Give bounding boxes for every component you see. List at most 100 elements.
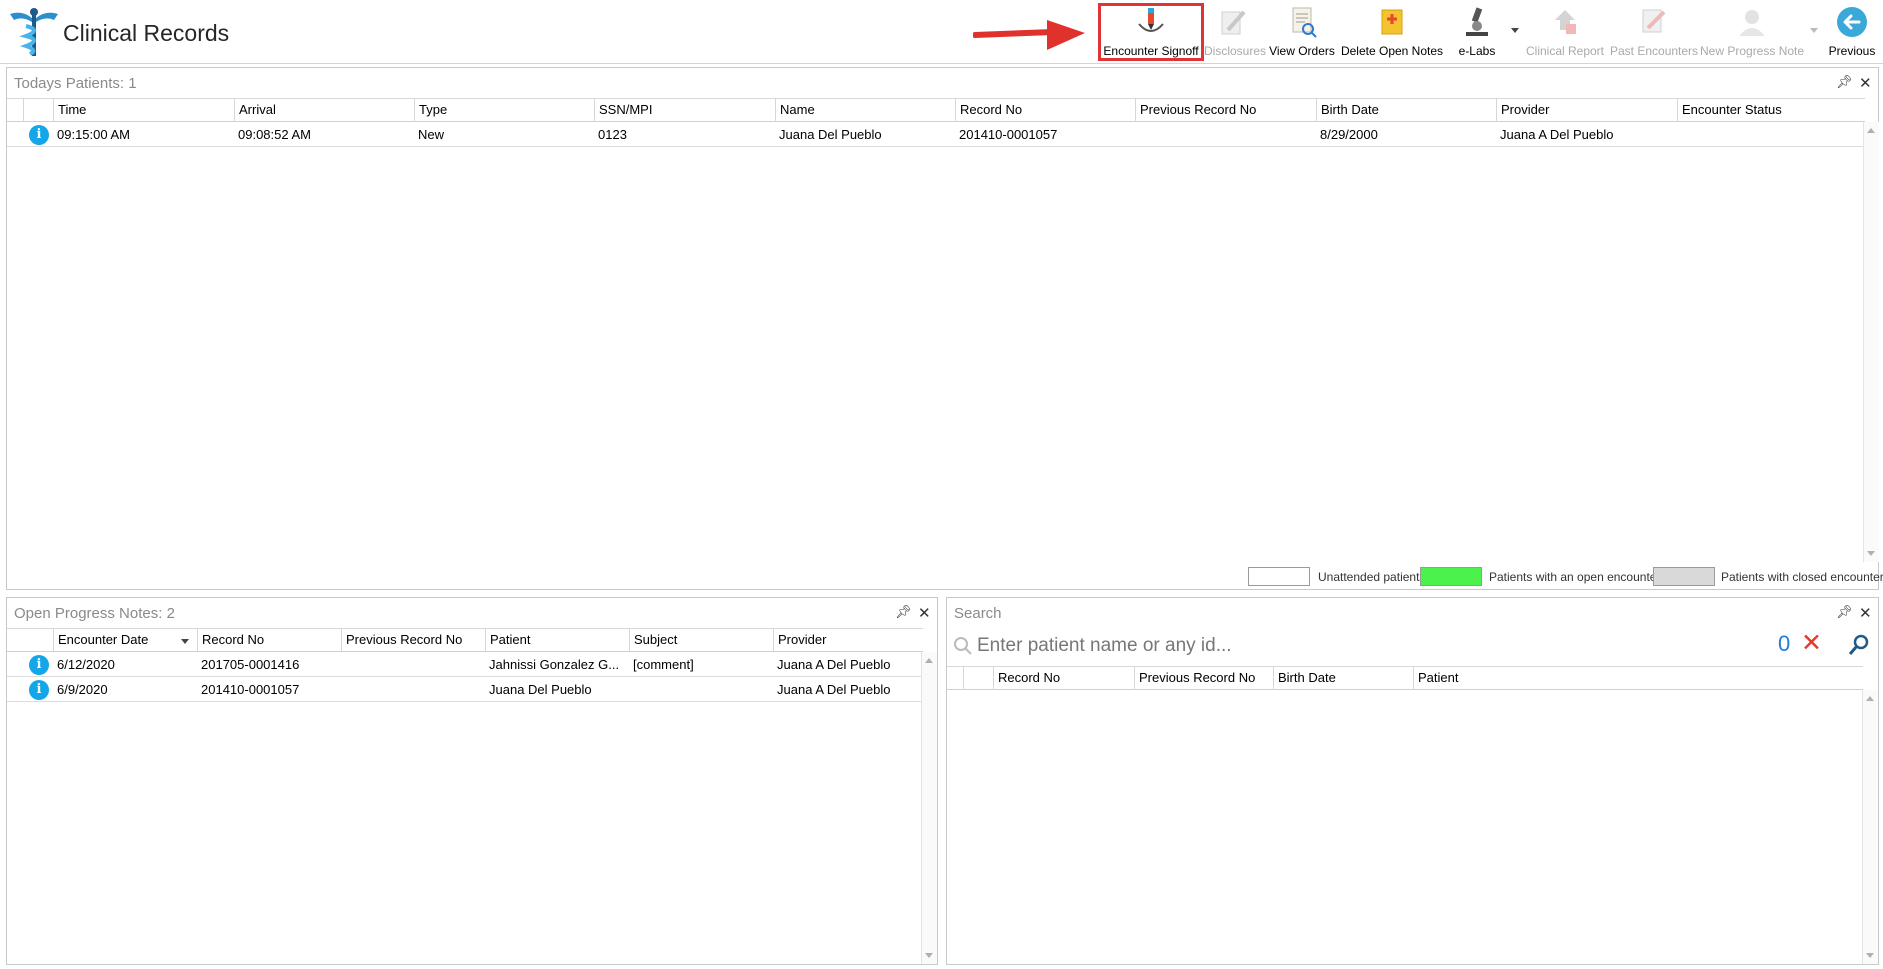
clinical-report-label: Clinical Report [1525, 44, 1605, 58]
clinical-report-button[interactable]: Clinical Report [1525, 4, 1605, 60]
search-input[interactable] [977, 632, 1577, 660]
disclosures-label: Disclosures [1204, 44, 1267, 58]
info-icon[interactable]: i [29, 680, 49, 700]
grid-header: Time Arrival Type SSN/MPI Name Record No… [7, 99, 1865, 122]
cell-subject [629, 677, 773, 702]
column-header-record-no[interactable]: Record No [197, 629, 341, 652]
column-header-previous-record-no[interactable]: Previous Record No [1134, 667, 1273, 690]
column-header-birth-date[interactable]: Birth Date [1273, 667, 1413, 690]
cell-previous-record-no [341, 677, 485, 702]
vertical-scrollbar[interactable] [921, 652, 937, 964]
scroll-down-icon[interactable] [1866, 953, 1874, 958]
e-labs-button[interactable]: e-Labs [1452, 4, 1502, 60]
disclosures-pencil-icon [1221, 10, 1246, 35]
legend-unattended: Unattended patients [1318, 570, 1426, 584]
legend-closed-encounter: Patients with closed encounters [1721, 570, 1883, 584]
column-header-birth-date[interactable]: Birth Date [1316, 99, 1496, 122]
column-header-arrival[interactable]: Arrival [234, 99, 414, 122]
info-icon[interactable]: i [29, 655, 49, 675]
view-orders-document-icon [1292, 7, 1317, 38]
open-progress-notes-title: Open Progress Notes: 2 [14, 605, 175, 622]
cell-record-no: 201410-0001057 [201, 682, 300, 697]
table-row[interactable]: i 6/12/2020 201705-0001416 Jahnissi Gonz… [7, 652, 923, 677]
table-row[interactable]: i 6/9/2020 201410-0001057 Juana Del Pueb… [7, 677, 923, 702]
search-results-grid: Record No Previous Record No Birth Date … [947, 666, 1863, 690]
cell-ssn-mpi: 0123 [598, 127, 627, 142]
past-encounters-icon [1642, 9, 1666, 33]
cell-type: New [418, 127, 445, 142]
previous-label: Previous [1828, 44, 1876, 58]
encounter-signoff-button[interactable]: Encounter Signoff [1098, 3, 1204, 61]
close-icon[interactable]: ✕ [1859, 604, 1872, 622]
search-icon [954, 637, 972, 655]
closed-encounter-swatch [1653, 567, 1715, 586]
cell-provider: Juana A Del Pueblo [777, 657, 891, 672]
cell-name: Juana Del Pueblo [779, 127, 882, 142]
column-header-provider[interactable]: Provider [773, 629, 923, 652]
pin-icon[interactable]: 📌︎ [1836, 604, 1853, 620]
cell-patient: Juana Del Pueblo [489, 682, 592, 697]
column-header-time[interactable]: Time [53, 99, 234, 122]
open-encounter-swatch [1420, 567, 1482, 586]
clear-search-icon[interactable]: ✕ [1801, 628, 1822, 658]
cell-previous-record-no [1135, 122, 1316, 147]
vertical-scrollbar[interactable] [1863, 122, 1879, 562]
open-progress-notes-panel: Open Progress Notes: 2 📌︎ ✕ Encounter Da… [6, 597, 938, 965]
cell-patient: Jahnissi Gonzalez G... [489, 657, 620, 672]
unattended-swatch [1248, 567, 1310, 586]
app-title: Clinical Records [63, 20, 230, 46]
scroll-up-icon[interactable] [925, 658, 933, 663]
scroll-down-icon[interactable] [925, 953, 933, 958]
view-orders-label: View Orders [1269, 44, 1335, 58]
scroll-down-icon[interactable] [1867, 551, 1875, 556]
table-row[interactable]: i 09:15:00 AM 09:08:52 AM New 0123 Juana… [7, 122, 1865, 147]
disclosures-button[interactable]: Disclosures [1204, 4, 1267, 60]
column-header-patient[interactable]: Patient [485, 629, 629, 652]
column-header-ssn-mpi[interactable]: SSN/MPI [594, 99, 775, 122]
column-header-type[interactable]: Type [414, 99, 594, 122]
info-icon[interactable]: i [29, 125, 49, 145]
column-header-previous-record-no[interactable]: Previous Record No [1135, 99, 1316, 122]
microscope-icon [1466, 7, 1488, 36]
e-labs-dropdown-caret-icon[interactable] [1511, 28, 1519, 33]
open-progress-notes-count: 2 [166, 605, 175, 622]
close-icon[interactable]: ✕ [918, 604, 931, 622]
caduceus-logo-icon [10, 8, 58, 56]
cell-record-no: 201410-0001057 [959, 127, 1058, 142]
column-header-provider[interactable]: Provider [1496, 99, 1677, 122]
new-progress-note-button[interactable]: New Progress Note [1700, 4, 1804, 60]
clinical-records-window: Clinical Records Encounter Signoff Discl… [0, 0, 1883, 969]
column-header-previous-record-no[interactable]: Previous Record No [341, 629, 485, 652]
cell-previous-record-no [341, 652, 485, 677]
column-header-encounter-status[interactable]: Encounter Status [1677, 99, 1865, 122]
cell-encounter-date: 6/9/2020 [57, 682, 108, 697]
past-encounters-button[interactable]: Past Encounters [1610, 4, 1699, 60]
past-encounters-label: Past Encounters [1610, 44, 1699, 58]
delete-open-notes-button[interactable]: Delete Open Notes [1339, 4, 1445, 60]
magnifier-search-button-icon[interactable] [1847, 633, 1871, 657]
scroll-up-icon[interactable] [1866, 696, 1874, 701]
close-icon[interactable]: ✕ [1859, 74, 1872, 92]
column-header-record-no[interactable]: Record No [955, 99, 1135, 122]
view-orders-button[interactable]: View Orders [1267, 4, 1337, 60]
search-result-count: 0 [1778, 631, 1791, 656]
column-header-patient[interactable]: Patient [1413, 667, 1863, 690]
column-header-encounter-date[interactable]: Encounter Date [53, 629, 197, 652]
vertical-scrollbar[interactable] [1862, 690, 1878, 964]
pin-icon[interactable]: 📌︎ [895, 604, 912, 620]
signoff-pen-icon [1138, 8, 1164, 32]
pin-icon[interactable]: 📌︎ [1836, 74, 1853, 90]
search-panel-title: Search [954, 605, 1002, 622]
scroll-up-icon[interactable] [1867, 128, 1875, 133]
cell-arrival: 09:08:52 AM [238, 127, 311, 142]
delete-notes-icon [1381, 9, 1403, 35]
previous-button[interactable]: Previous [1824, 4, 1880, 60]
column-header-record-no[interactable]: Record No [993, 667, 1134, 690]
e-labs-label: e-Labs [1458, 44, 1496, 58]
new-progress-note-dropdown-caret-icon[interactable] [1810, 28, 1818, 33]
encounter-signoff-label: Encounter Signoff [1103, 44, 1199, 58]
column-header-name[interactable]: Name [775, 99, 955, 122]
row-indicator-header [963, 667, 964, 690]
column-header-subject[interactable]: Subject [629, 629, 773, 652]
row-indicator-header [23, 99, 24, 122]
